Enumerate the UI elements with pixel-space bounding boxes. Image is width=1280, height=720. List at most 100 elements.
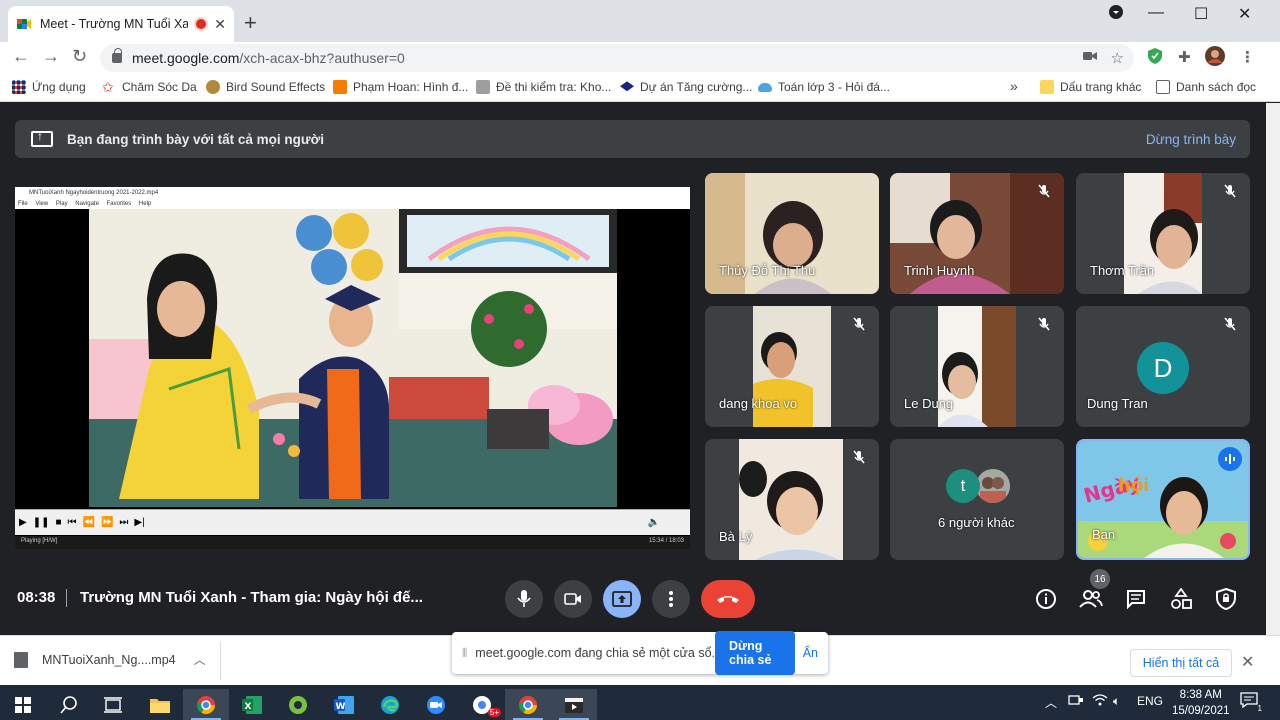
edge-icon[interactable] [367, 689, 413, 720]
rewind-icon[interactable]: ⏪ [83, 517, 95, 528]
browser-toolbar: ← → ↻ meet.google.com/xch-acax-bhz?authu… [0, 42, 1280, 74]
frame-step-icon[interactable]: ▶| [134, 517, 144, 528]
chevron-up-icon[interactable]: ︿ [194, 651, 206, 668]
bookmark-star-icon[interactable]: ☆ [1111, 49, 1124, 67]
bookmark-apps[interactable]: Ứng dụng [12, 80, 86, 94]
tab-close-icon[interactable]: ✕ [214, 16, 226, 33]
window-close-icon[interactable]: ✕ [1238, 4, 1251, 24]
participant-tile[interactable]: Trinh Huynh [890, 173, 1064, 294]
browser-menu-icon[interactable]: ⋮ [1240, 48, 1255, 66]
input-language[interactable]: ENG [1137, 694, 1163, 708]
download-item[interactable]: MNTuoiXanh_Ng....mp4 ︿ [14, 651, 206, 668]
maximize-icon[interactable]: ☐ [1194, 4, 1208, 24]
reading-list[interactable]: Danh sách đọc [1156, 80, 1256, 94]
bookmark-du-an[interactable]: Dự án Tăng cường... [620, 80, 752, 94]
avatar: D [1137, 342, 1189, 394]
activities-icon[interactable] [1169, 587, 1193, 611]
microphone-icon [517, 590, 531, 607]
more-options-button[interactable] [652, 580, 690, 618]
bookmark-pham-hoan[interactable]: Phạm Hoan: Hình đ... [333, 80, 468, 94]
self-tile[interactable]: Ngày hội Bạn [1076, 439, 1250, 560]
volume-icon[interactable]: 🔈 [648, 517, 660, 528]
show-all-downloads-button[interactable]: Hiển thị tất cả [1130, 649, 1232, 677]
browser-tab-strip: Meet - Trường MN Tuổi Xanh ✕ + — ☐ ✕ [0, 0, 1280, 42]
meet-content: Bạn đang trình bày với tất cả mọi người … [0, 103, 1266, 635]
fast-forward-icon[interactable]: ⏩ [101, 517, 113, 528]
participant-tile[interactable]: Thơm Trần [1076, 173, 1250, 294]
microphone-button[interactable] [505, 580, 543, 618]
media-player-icon[interactable] [551, 689, 597, 720]
stop-presenting-button[interactable]: Dừng trình bày [1146, 132, 1236, 147]
muted-mic-icon [851, 316, 867, 332]
shield-extension-icon[interactable] [1148, 48, 1162, 68]
avatar [976, 469, 1010, 503]
excel-icon[interactable]: X [229, 689, 275, 720]
stop-sharing-button[interactable]: Dừng chia sẻ [715, 631, 795, 675]
bookmark-bird-sound[interactable]: Bird Sound Effects [206, 80, 325, 94]
start-windows-icon[interactable] [0, 689, 46, 720]
reading-list-icon [1156, 80, 1170, 94]
participant-tile[interactable]: D Dung Tran [1076, 306, 1250, 427]
volume-tray-icon[interactable]: 🔈︎ [1113, 694, 1120, 709]
forward-arrow-icon[interactable]: → [42, 46, 60, 67]
participant-tile[interactable]: Thủy Đỗ Thị Thu [705, 173, 879, 294]
play-icon[interactable]: ▶ [19, 517, 27, 528]
close-shelf-icon[interactable]: ✕ [1241, 652, 1254, 672]
pause-icon[interactable]: ❚❚ [33, 517, 50, 528]
chrome-taskbar-icon[interactable] [183, 689, 229, 720]
browser-tab[interactable]: Meet - Trường MN Tuổi Xanh ✕ [8, 6, 234, 42]
bookmarks-bar: Ứng dụng ✩ Chăm Sóc Da Bird Sound Effect… [0, 74, 1280, 102]
notification-center-icon[interactable]: 1 [1240, 692, 1262, 713]
tab-title: Meet - Trường MN Tuổi Xanh [40, 17, 189, 31]
wifi-icon[interactable] [1092, 694, 1108, 709]
new-tab-button[interactable]: + [244, 10, 257, 36]
chat-icon[interactable] [1124, 587, 1148, 611]
bookmark-toan-lop-3[interactable]: Toán lớp 3 - Hỏi đá... [758, 80, 890, 94]
previous-icon[interactable]: ⏮ [68, 517, 77, 528]
next-icon[interactable]: ⏭ [119, 517, 128, 528]
presented-window: MNTuoiXanh Ngayhoidentruong 2021-2022.mp… [15, 187, 690, 549]
more-bookmarks-chevron-icon[interactable]: » [1010, 78, 1018, 94]
video-frame [89, 209, 617, 507]
file-explorer-icon[interactable] [137, 689, 183, 720]
drag-handle-icon[interactable]: ⦀ [462, 646, 467, 661]
participant-tile[interactable]: Bà Lý [705, 439, 879, 560]
word-icon[interactable]: W [321, 689, 367, 720]
app-green-icon[interactable] [275, 689, 321, 720]
minimize-icon[interactable]: — [1148, 4, 1164, 22]
page-scrollbar[interactable] [1266, 103, 1280, 635]
hide-notice-button[interactable]: Ẩn [803, 646, 818, 660]
tray-chevron-up-icon[interactable]: ︿ [1045, 694, 1057, 711]
windows-taskbar: X W 5+ ︿ 🔈︎ ENG 8:38 AM 15/09/2021 1 [0, 685, 1280, 720]
chrome-profile-icon[interactable]: 5+ [459, 689, 505, 720]
extensions-puzzle-icon[interactable]: ✚ [1178, 48, 1191, 66]
reload-icon[interactable]: ↻ [72, 46, 87, 67]
profile-avatar[interactable] [1205, 46, 1225, 70]
leave-call-button[interactable] [701, 580, 755, 618]
bookmark-other[interactable]: Dấu trang khác [1040, 80, 1141, 94]
task-view-icon[interactable] [90, 689, 136, 720]
back-arrow-icon[interactable]: ← [12, 46, 30, 67]
present-now-button[interactable] [603, 580, 641, 618]
meeting-details-icon[interactable] [1034, 587, 1058, 611]
tab-search-icon[interactable] [1108, 4, 1124, 25]
participant-tile[interactable]: dang khoa vo [705, 306, 879, 427]
camera-button[interactable] [554, 580, 592, 618]
people-icon[interactable] [1079, 587, 1103, 611]
participant-tile[interactable]: Le Dung [890, 306, 1064, 427]
others-tile[interactable]: t 6 người khác [890, 439, 1064, 560]
bookmark-cham-soc-da[interactable]: ✩ Chăm Sóc Da [102, 80, 197, 94]
address-bar[interactable]: meet.google.com/xch-acax-bhz?authuser=0 … [100, 44, 1134, 72]
url-path: /xch-acax-bhz?authuser=0 [239, 50, 405, 66]
host-controls-icon[interactable] [1214, 587, 1238, 611]
stop-icon[interactable]: ■ [55, 517, 61, 528]
bookmark-de-thi[interactable]: Đề thi kiểm tra: Kho... [476, 80, 611, 94]
tray-device-icon[interactable] [1068, 694, 1084, 709]
chrome-active-window-icon[interactable] [505, 689, 551, 720]
system-clock[interactable]: 8:38 AM 15/09/2021 [1172, 687, 1230, 719]
camera-in-use-icon[interactable] [1082, 49, 1097, 67]
presenting-text: Bạn đang trình bày với tất cả mọi người [67, 131, 325, 147]
player-controls: ▶ ❚❚ ■ ⏮ ⏪ ⏩ ⏭ ▶| 🔈 [15, 509, 690, 535]
search-icon[interactable] [46, 689, 92, 720]
zoom-icon[interactable] [413, 689, 459, 720]
